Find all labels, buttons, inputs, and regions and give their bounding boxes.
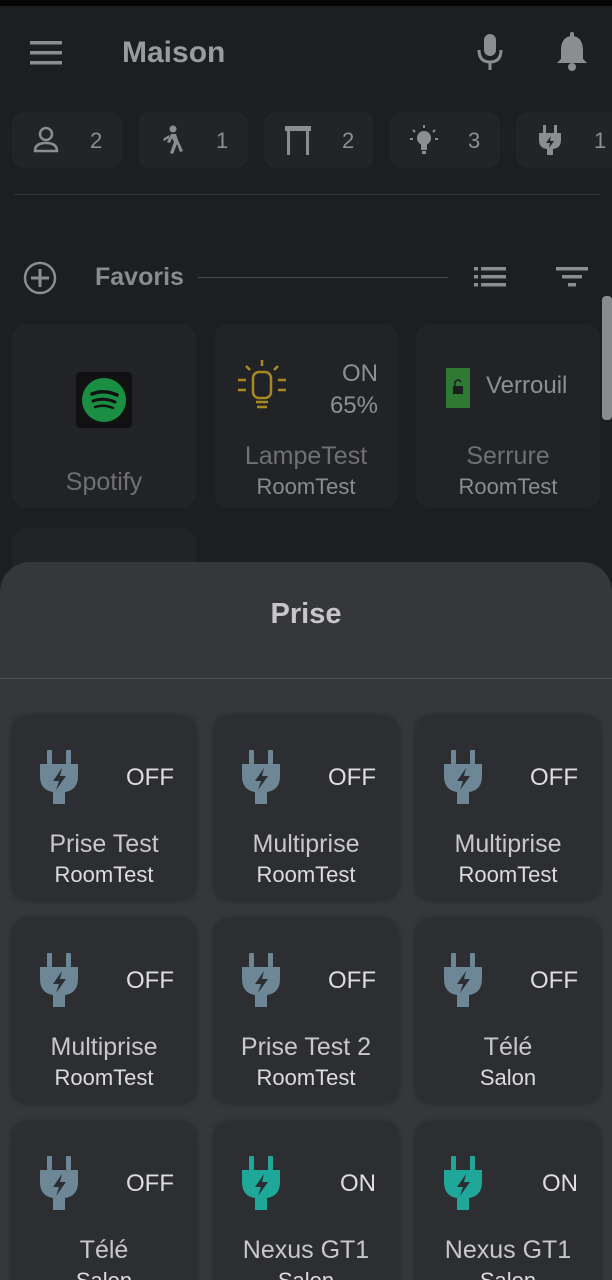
- lightbulb-icon: [238, 360, 286, 409]
- device-name: Multiprise: [50, 1033, 158, 1061]
- chip-count: 1: [594, 128, 607, 153]
- plug-card[interactable]: OFF Télé Salon: [416, 919, 600, 1103]
- plug-icon: [40, 750, 78, 804]
- menu-icon[interactable]: [30, 40, 64, 66]
- device-room: Salon: [12, 1268, 196, 1280]
- chip-count: 1: [216, 128, 229, 153]
- microphone-icon[interactable]: [474, 32, 506, 72]
- lock-state: Verrouil: [486, 372, 568, 399]
- plug-card[interactable]: OFF Prise Test RoomTest: [12, 716, 196, 900]
- favorite-card-lock[interactable]: Verrouil Serrure RoomTest: [416, 324, 600, 508]
- plug-card[interactable]: OFF Télé Salon: [12, 1122, 196, 1280]
- chip-count: 3: [468, 128, 481, 153]
- device-room: RoomTest: [256, 474, 356, 499]
- favorites-label: Favoris: [95, 263, 184, 291]
- summary-chips: 2 1 2 3 1: [0, 112, 612, 170]
- state-label: ON: [542, 1170, 578, 1197]
- device-name: Serrure: [466, 442, 550, 470]
- plug-icon: [242, 953, 280, 1007]
- device-name: Prise Test: [49, 830, 159, 858]
- device-room: RoomTest: [54, 862, 154, 887]
- bottom-sheet: Prise OFF Prise Test RoomTest OFF Multiprise…: [0, 562, 612, 1280]
- add-circle-icon[interactable]: [22, 260, 58, 296]
- spotify-logo: [76, 372, 132, 428]
- lock-icon: [446, 368, 470, 408]
- person-icon: [33, 126, 59, 153]
- device-room: RoomTest: [458, 862, 558, 887]
- favorite-card-lamp[interactable]: ON 65% LampeTest RoomTest: [214, 324, 398, 508]
- state-label: OFF: [126, 967, 174, 994]
- chip-persons[interactable]: 2: [12, 112, 122, 168]
- plug-card[interactable]: OFF Multiprise RoomTest: [416, 716, 600, 900]
- state-label: OFF: [328, 967, 376, 994]
- favorite-card-spotify[interactable]: Spotify: [12, 324, 196, 508]
- chip-lights[interactable]: 3: [390, 112, 500, 168]
- plug-icon: [40, 953, 78, 1007]
- device-room: RoomTest: [458, 474, 558, 499]
- chip-motion[interactable]: 1: [138, 112, 248, 168]
- plug-icon: [444, 750, 482, 804]
- page-title: Maison: [122, 36, 226, 69]
- sheet-title: Prise: [270, 598, 342, 630]
- device-room: Salon: [214, 1268, 398, 1280]
- divider: [14, 194, 600, 195]
- level-label: 65%: [329, 392, 378, 419]
- plug-icon: [40, 1156, 78, 1210]
- state-label: ON: [342, 360, 378, 387]
- device-name: Multiprise: [454, 830, 562, 858]
- device-room: Salon: [479, 1065, 537, 1090]
- state-label: OFF: [126, 1170, 174, 1197]
- favorites-header: Favoris: [0, 250, 612, 306]
- lamp-state: ON 65%: [330, 358, 378, 422]
- plug-icon: [444, 953, 482, 1007]
- chip-doors[interactable]: 2: [264, 112, 374, 168]
- plug-card[interactable]: OFF Prise Test 2 RoomTest: [214, 919, 398, 1103]
- device-name: Nexus GT1: [242, 1236, 370, 1264]
- state-label: OFF: [328, 764, 376, 791]
- scrollbar[interactable]: [602, 296, 612, 420]
- plug-card[interactable]: OFF Multiprise RoomTest: [214, 716, 398, 900]
- plug-icon: [539, 125, 561, 155]
- bell-icon[interactable]: [554, 32, 590, 72]
- favorites-divider: [198, 277, 448, 278]
- device-room: RoomTest: [256, 1065, 356, 1090]
- state-label: OFF: [126, 764, 174, 791]
- spotify-icon: [82, 378, 126, 422]
- chip-count: 2: [90, 128, 103, 153]
- device-room: RoomTest: [256, 862, 356, 887]
- device-name: Prise Test 2: [240, 1033, 372, 1061]
- chip-plugs[interactable]: 1: [516, 112, 612, 168]
- state-label: OFF: [530, 967, 578, 994]
- plug-card[interactable]: ON Nexus GT1 Salon: [416, 1122, 600, 1280]
- plug-icon: [444, 1156, 482, 1210]
- walking-person-icon: [163, 125, 183, 154]
- lightbulb-icon: [410, 125, 438, 154]
- device-room: RoomTest: [54, 1065, 154, 1090]
- device-name: Nexus GT1: [444, 1236, 572, 1264]
- device-name: Spotify: [65, 468, 143, 496]
- door-icon: [285, 126, 311, 155]
- state-label: OFF: [530, 764, 578, 791]
- filter-icon[interactable]: [554, 262, 590, 292]
- plug-card[interactable]: OFF Multiprise RoomTest: [12, 919, 196, 1103]
- device-name: Télé: [483, 1033, 533, 1061]
- plug-icon: [242, 750, 280, 804]
- plug-card[interactable]: ON Nexus GT1 Salon: [214, 1122, 398, 1280]
- list-view-icon[interactable]: [472, 262, 508, 292]
- app-header: Maison: [0, 6, 612, 98]
- device-room: Salon: [416, 1268, 600, 1280]
- state-label: ON: [340, 1170, 376, 1197]
- device-name: Multiprise: [252, 830, 360, 858]
- device-name: LampeTest: [244, 442, 368, 470]
- chip-count: 2: [342, 128, 355, 153]
- plug-icon: [242, 1156, 280, 1210]
- sheet-divider: [0, 678, 612, 679]
- device-name: Télé: [79, 1236, 129, 1264]
